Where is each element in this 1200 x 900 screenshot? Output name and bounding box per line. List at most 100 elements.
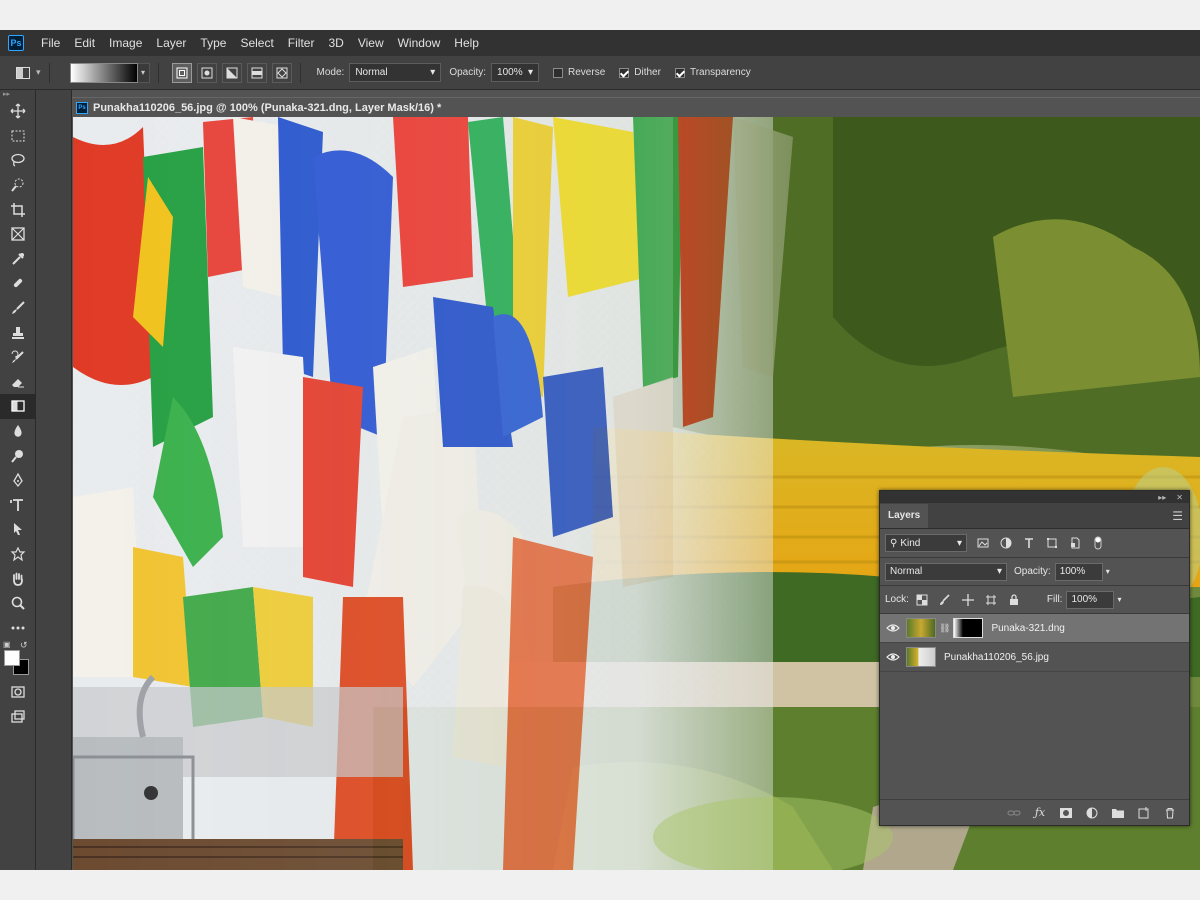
- layer-opacity-input[interactable]: 100%: [1054, 562, 1103, 581]
- tool-preset-picker[interactable]: [14, 64, 32, 82]
- add-mask-icon[interactable]: [1059, 806, 1073, 820]
- transparency-checkbox[interactable]: Transparency: [674, 67, 751, 78]
- eraser-tool[interactable]: [0, 370, 36, 395]
- menu-layer[interactable]: Layer: [149, 30, 193, 56]
- fx-icon[interactable]: ƒx: [1033, 806, 1047, 820]
- mode-select[interactable]: Normal ▾: [349, 63, 442, 82]
- swap-colors-icon[interactable]: ↺: [20, 640, 28, 651]
- type-icon: [10, 498, 23, 511]
- crop-tool[interactable]: [0, 197, 36, 222]
- eye-icon[interactable]: [880, 623, 906, 633]
- lock-transparent-icon[interactable]: [915, 593, 929, 607]
- lock-artboard-icon[interactable]: [984, 593, 998, 607]
- eye-icon[interactable]: [880, 652, 906, 662]
- trash-icon[interactable]: [1163, 806, 1177, 820]
- filter-type-icon[interactable]: [1022, 536, 1036, 550]
- menu-type[interactable]: Type: [193, 30, 233, 56]
- pen-tool[interactable]: [0, 468, 36, 493]
- chevron-down-icon[interactable]: ▾: [1117, 595, 1121, 604]
- linear-gradient-button[interactable]: [171, 62, 192, 83]
- filter-adjustment-icon[interactable]: [999, 536, 1013, 550]
- adjustment-layer-icon[interactable]: [1085, 806, 1099, 820]
- frame-tool[interactable]: [0, 222, 36, 247]
- close-icon[interactable]: ✕: [1176, 493, 1183, 502]
- gradient-editor-swatch[interactable]: [69, 62, 138, 83]
- checkbox-box: [553, 67, 564, 78]
- layer-thumbnail[interactable]: [906, 618, 936, 638]
- screen-mode-button[interactable]: [0, 705, 36, 730]
- transparency-label: Transparency: [689, 67, 751, 78]
- filter-pixel-icon[interactable]: [976, 536, 990, 550]
- move-tool[interactable]: [0, 99, 36, 124]
- collapse-panel-icon[interactable]: ▸▸: [1158, 493, 1166, 502]
- history-brush-icon: [11, 350, 24, 364]
- lock-position-icon[interactable]: [961, 593, 975, 607]
- filter-kind-select[interactable]: ⚲ Kind ▾: [885, 534, 967, 552]
- eyedropper-tool[interactable]: [0, 247, 36, 272]
- path-selection-tool[interactable]: [0, 517, 36, 542]
- layer-mask-thumbnail[interactable]: [953, 618, 984, 638]
- foreground-color-swatch[interactable]: [4, 650, 20, 667]
- marquee-tool[interactable]: [0, 124, 36, 149]
- radial-gradient-button[interactable]: [196, 62, 217, 83]
- history-brush-tool[interactable]: [0, 345, 36, 370]
- dither-checkbox[interactable]: Dither: [619, 67, 661, 78]
- lock-label: Lock:: [885, 594, 909, 605]
- tab-layers[interactable]: Layers: [880, 504, 929, 528]
- filter-shape-icon[interactable]: [1045, 536, 1059, 550]
- type-tool[interactable]: [0, 493, 36, 518]
- folder-icon[interactable]: [1111, 806, 1125, 820]
- lock-all-icon[interactable]: [1007, 593, 1021, 607]
- photoshop-logo[interactable]: Ps: [8, 35, 24, 51]
- chevron-down-icon: ▾: [956, 537, 962, 549]
- diamond-gradient-button[interactable]: [271, 62, 292, 83]
- lasso-tool[interactable]: [0, 148, 36, 173]
- layer-row[interactable]: Punakha110206_56.jpg: [880, 643, 1189, 672]
- quick-selection-tool[interactable]: [0, 173, 36, 198]
- menu-select[interactable]: Select: [233, 30, 280, 56]
- edit-toolbar-button[interactable]: [0, 615, 36, 640]
- reflected-gradient-button[interactable]: [246, 62, 267, 83]
- photoshop-window: Ps File Edit Image Layer Type Select Fil…: [0, 30, 1200, 870]
- panel-menu-icon[interactable]: ☰: [1172, 509, 1189, 528]
- fill-input[interactable]: 100%: [1066, 590, 1115, 609]
- default-colors-icon[interactable]: ▣: [3, 640, 11, 649]
- filter-smart-object-icon[interactable]: [1068, 536, 1082, 550]
- document-tab[interactable]: Ps Punakha110206_56.jpg @ 100% (Punaka-3…: [72, 97, 1200, 117]
- quick-mask-icon: [11, 686, 25, 699]
- blur-tool[interactable]: [0, 419, 36, 444]
- reverse-checkbox[interactable]: Reverse: [553, 67, 605, 78]
- zoom-tool[interactable]: [0, 591, 36, 616]
- opacity-input[interactable]: 100% ▾: [491, 63, 540, 82]
- menu-3d[interactable]: 3D: [321, 30, 350, 56]
- chevron-down-icon[interactable]: ▾: [1106, 567, 1110, 576]
- panel-grip-icon[interactable]: ▸▸: [0, 90, 35, 99]
- menu-file[interactable]: File: [34, 30, 67, 56]
- filter-toggle-icon[interactable]: [1091, 536, 1105, 550]
- layer-row[interactable]: ⛓ Punaka-321.dng: [880, 614, 1189, 643]
- menu-edit[interactable]: Edit: [67, 30, 102, 56]
- link-layers-icon[interactable]: [1007, 806, 1021, 820]
- menu-filter[interactable]: Filter: [281, 30, 322, 56]
- menu-image[interactable]: Image: [102, 30, 149, 56]
- dodge-tool[interactable]: [0, 443, 36, 468]
- menu-window[interactable]: Window: [391, 30, 448, 56]
- hand-tool[interactable]: [0, 566, 36, 591]
- angle-gradient-button[interactable]: [221, 62, 242, 83]
- brush-tool[interactable]: [0, 296, 36, 321]
- lock-image-icon[interactable]: [938, 593, 952, 607]
- quick-mask-button[interactable]: [0, 680, 36, 705]
- new-layer-icon[interactable]: [1137, 806, 1151, 820]
- custom-shape-tool[interactable]: [0, 542, 36, 567]
- gradient-picker-dropdown[interactable]: ▾: [137, 62, 150, 83]
- blend-mode-select[interactable]: Normal ▾: [885, 562, 1007, 581]
- clone-stamp-tool[interactable]: [0, 320, 36, 345]
- healing-brush-tool[interactable]: [0, 271, 36, 296]
- chevron-down-icon[interactable]: ▾: [36, 67, 41, 78]
- gradient-tool[interactable]: [0, 394, 36, 419]
- menu-view[interactable]: View: [351, 30, 391, 56]
- link-icon[interactable]: ⛓: [939, 623, 950, 634]
- layer-thumbnail[interactable]: [906, 647, 936, 667]
- arrow-icon: [14, 523, 22, 536]
- menu-help[interactable]: Help: [447, 30, 486, 56]
